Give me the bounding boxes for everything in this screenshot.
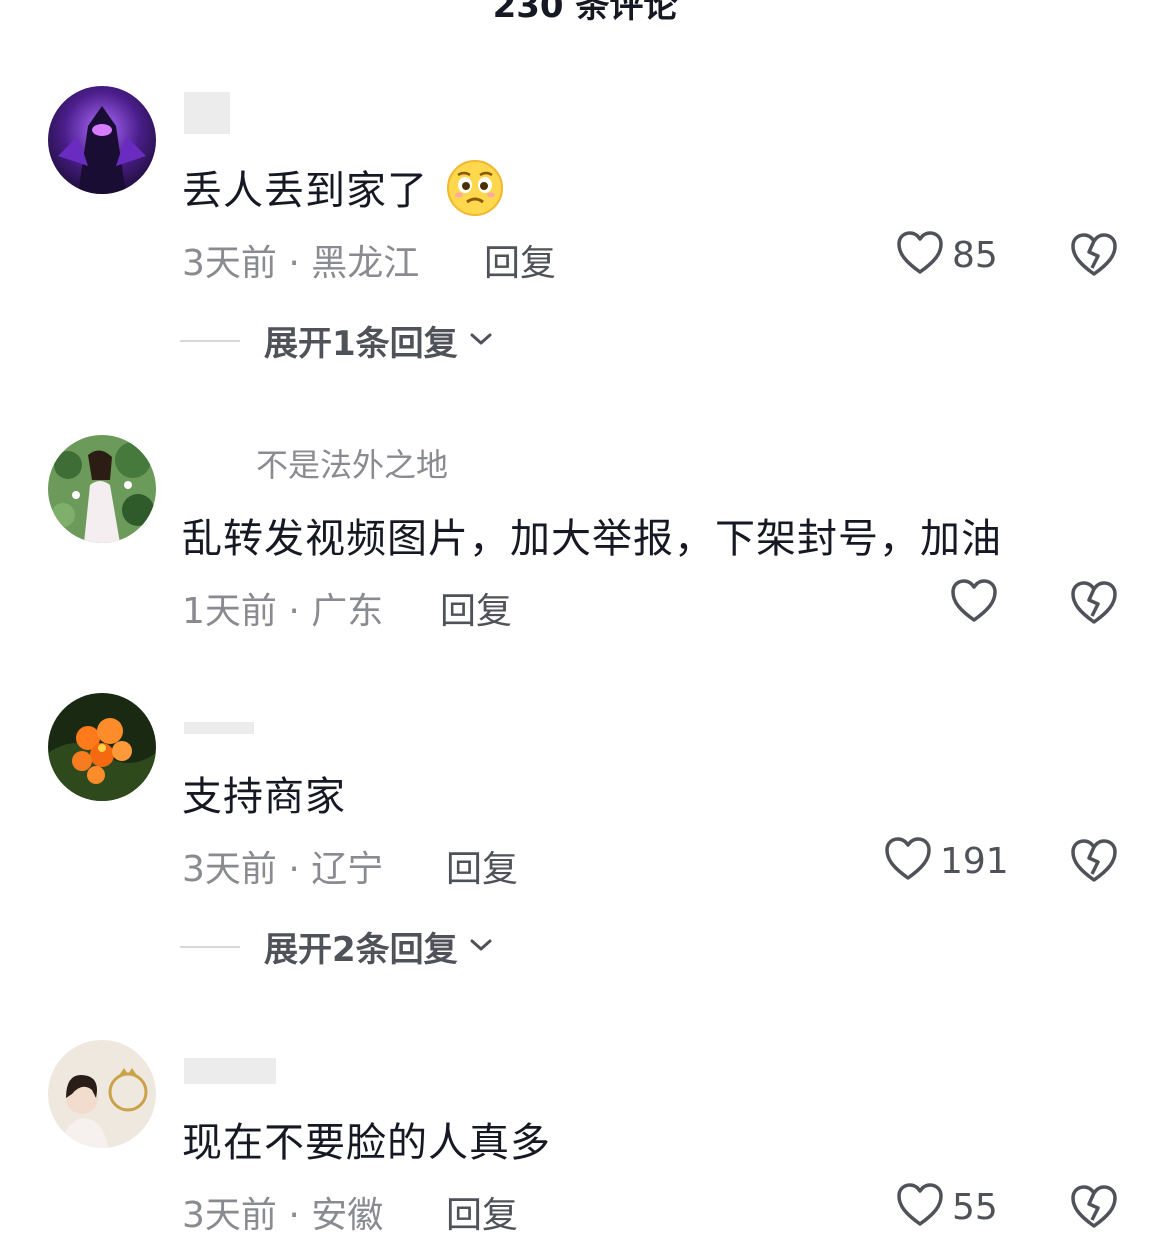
meta-separator: · — [276, 243, 312, 284]
dislike-button[interactable] — [1070, 232, 1118, 282]
comment-time: 1天前 — [182, 591, 277, 632]
like-button[interactable] — [950, 578, 998, 628]
dislike-button[interactable] — [1070, 838, 1118, 888]
comment-location: 安徽 — [311, 1195, 384, 1236]
comment-time: 3天前 — [182, 849, 277, 890]
expand-replies-button[interactable]: 展开2条回复 — [180, 922, 494, 971]
heart-icon — [950, 578, 998, 628]
like-count: 55 — [952, 1186, 998, 1228]
avatar[interactable] — [48, 1040, 156, 1148]
worried-face-emoji-icon — [446, 159, 504, 227]
like-button[interactable]: 191 — [884, 836, 1009, 886]
comment-text: 丢人丢到家了 — [182, 158, 504, 227]
reply-button[interactable]: 回复 — [484, 234, 556, 286]
chevron-down-icon — [468, 936, 494, 958]
chevron-down-icon — [468, 330, 494, 352]
comment-text: 现在不要脸的人真多 — [182, 1120, 551, 1166]
username-redacted — [184, 1058, 276, 1084]
expand-replies-label: 展开1条回复 — [264, 324, 458, 364]
meta-separator: · — [276, 1195, 312, 1236]
username-redacted — [184, 92, 230, 134]
comment-location: 辽宁 — [311, 849, 384, 890]
comment-time: 3天前 — [182, 243, 277, 284]
username-redacted — [184, 722, 254, 734]
like-button[interactable]: 85 — [896, 230, 998, 280]
like-count: 85 — [952, 234, 998, 276]
broken-heart-icon — [1070, 233, 1118, 282]
avatar[interactable] — [48, 435, 156, 543]
dislike-button[interactable] — [1070, 580, 1118, 630]
expand-replies-button[interactable]: 展开1条回复 — [180, 316, 494, 365]
username: 不是法外之地 — [256, 446, 449, 484]
comment-text: 乱转发视频图片，加大举报，下架封号，加油 — [182, 516, 1002, 562]
heart-icon — [896, 230, 944, 280]
divider-line — [180, 945, 240, 948]
meta-separator: · — [276, 591, 312, 632]
heart-icon — [896, 1182, 944, 1232]
comment-location: 黑龙江 — [311, 243, 420, 284]
comment-meta: 3天前 · 黑龙江 — [182, 234, 419, 286]
like-count: 191 — [940, 840, 1009, 882]
broken-heart-icon — [1070, 581, 1118, 630]
comment-location: 广东 — [311, 591, 384, 632]
avatar[interactable] — [48, 86, 156, 194]
comment-meta: 1天前 · 广东 — [182, 582, 383, 634]
comment-meta: 3天前 · 安徽 — [182, 1186, 383, 1238]
comment-text: 支持商家 — [182, 774, 346, 820]
reply-button[interactable]: 回复 — [440, 582, 512, 634]
broken-heart-icon — [1070, 839, 1118, 888]
reply-button[interactable]: 回复 — [446, 1186, 518, 1238]
comment-time: 3天前 — [182, 1195, 277, 1236]
expand-replies-label: 展开2条回复 — [264, 930, 458, 970]
avatar[interactable] — [48, 693, 156, 801]
dislike-button[interactable] — [1070, 1184, 1118, 1234]
reply-button[interactable]: 回复 — [446, 840, 518, 892]
comment-meta: 3天前 · 辽宁 — [182, 840, 383, 892]
comment-item: 丢人丢到家了 3天前 · 黑龙江 回复 85 展开1条回复 — [0, 0, 1170, 400]
heart-icon — [884, 836, 932, 886]
meta-separator: · — [276, 849, 312, 890]
broken-heart-icon — [1070, 1185, 1118, 1234]
like-button[interactable]: 55 — [896, 1182, 998, 1232]
divider-line — [180, 339, 240, 342]
